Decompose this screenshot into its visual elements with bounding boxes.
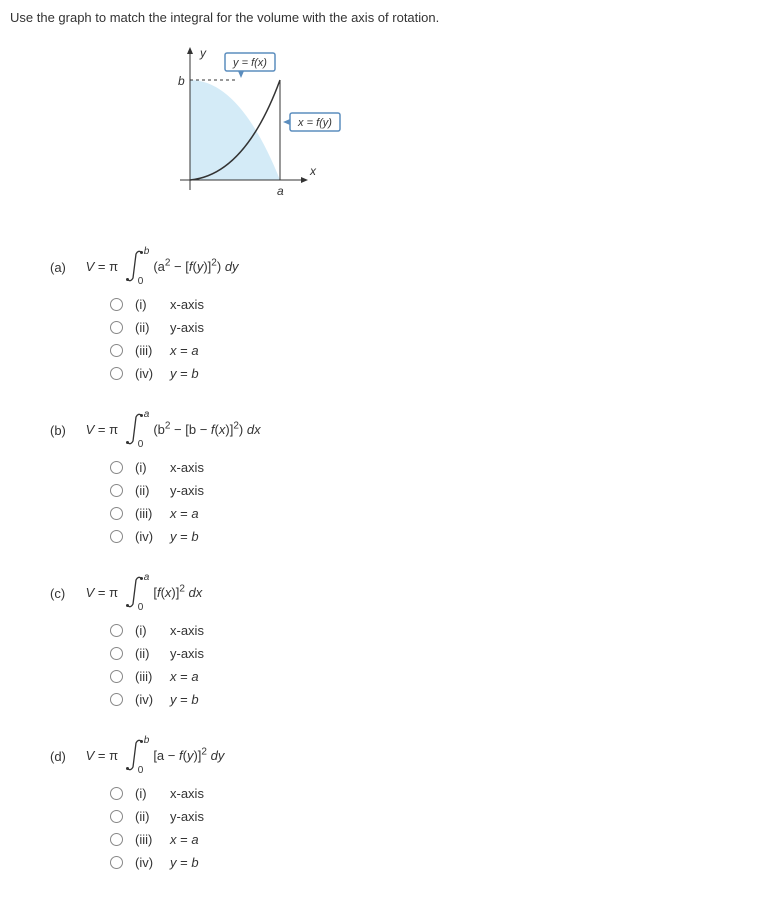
option-number: (ii) — [135, 483, 170, 498]
radio-input[interactable] — [110, 856, 123, 869]
svg-text:b: b — [178, 74, 185, 88]
radio-input[interactable] — [110, 670, 123, 683]
question-part: (b) V = π a 0 (b2 − [b − f(x)]2) dx (i) … — [50, 411, 770, 544]
option-label: y-axis — [170, 483, 204, 498]
option-row: (iv) y = b — [110, 366, 770, 381]
option-row: (iii) x = a — [110, 832, 770, 847]
radio-input[interactable] — [110, 298, 123, 311]
graph-figure: y = f(x) x = f(y) y x b a — [150, 45, 770, 223]
option-label: y = b — [170, 366, 199, 381]
option-row: (i) x-axis — [110, 460, 770, 475]
part-header: (d) V = π b 0 [a − f(y)]2 dy — [50, 737, 770, 776]
svg-text:x = f(y): x = f(y) — [297, 117, 332, 129]
option-row: (ii) y-axis — [110, 809, 770, 824]
options-group: (i) x-axis (ii) y-axis (iii) x = a (iv) … — [110, 460, 770, 544]
question-part: (a) V = π b 0 (a2 − [f(y)]2) dy (i) x-ax… — [50, 248, 770, 381]
svg-text:y = f(x): y = f(x) — [232, 57, 267, 69]
option-number: (iv) — [135, 692, 170, 707]
radio-input[interactable] — [110, 484, 123, 497]
option-row: (iii) x = a — [110, 669, 770, 684]
radio-input[interactable] — [110, 693, 123, 706]
option-row: (iii) x = a — [110, 343, 770, 358]
option-label: x-axis — [170, 623, 204, 638]
radio-input[interactable] — [110, 810, 123, 823]
radio-input[interactable] — [110, 344, 123, 357]
part-header: (a) V = π b 0 (a2 − [f(y)]2) dy — [50, 248, 770, 287]
svg-text:x: x — [309, 164, 317, 178]
option-number: (iv) — [135, 366, 170, 381]
formula: V = π a 0 [f(x)]2 dx — [86, 574, 203, 613]
option-row: (ii) y-axis — [110, 320, 770, 335]
option-label: y = b — [170, 529, 199, 544]
part-label: (d) — [50, 749, 82, 764]
option-row: (ii) y-axis — [110, 646, 770, 661]
option-number: (i) — [135, 460, 170, 475]
option-number: (iv) — [135, 529, 170, 544]
part-header: (c) V = π a 0 [f(x)]2 dx — [50, 574, 770, 613]
option-label: x = a — [170, 669, 199, 684]
part-label: (c) — [50, 586, 82, 601]
options-group: (i) x-axis (ii) y-axis (iii) x = a (iv) … — [110, 297, 770, 381]
options-group: (i) x-axis (ii) y-axis (iii) x = a (iv) … — [110, 786, 770, 870]
option-number: (iii) — [135, 343, 170, 358]
option-label: x-axis — [170, 786, 204, 801]
radio-input[interactable] — [110, 647, 123, 660]
radio-input[interactable] — [110, 624, 123, 637]
option-label: x = a — [170, 343, 199, 358]
formula: V = π b 0 (a2 − [f(y)]2) dy — [86, 248, 239, 287]
radio-input[interactable] — [110, 507, 123, 520]
option-row: (iv) y = b — [110, 692, 770, 707]
option-number: (iii) — [135, 832, 170, 847]
option-row: (iv) y = b — [110, 855, 770, 870]
radio-input[interactable] — [110, 530, 123, 543]
question-part: (d) V = π b 0 [a − f(y)]2 dy (i) x-axis … — [50, 737, 770, 870]
svg-text:y: y — [199, 46, 207, 60]
option-label: x-axis — [170, 297, 204, 312]
part-label: (a) — [50, 260, 82, 275]
option-row: (iv) y = b — [110, 529, 770, 544]
svg-text:a: a — [277, 184, 284, 198]
option-label: y = b — [170, 855, 199, 870]
option-label: y-axis — [170, 809, 204, 824]
option-number: (i) — [135, 297, 170, 312]
option-number: (iii) — [135, 506, 170, 521]
radio-input[interactable] — [110, 461, 123, 474]
option-label: x = a — [170, 506, 199, 521]
question-part: (c) V = π a 0 [f(x)]2 dx (i) x-axis (ii)… — [50, 574, 770, 707]
option-number: (ii) — [135, 320, 170, 335]
part-label: (b) — [50, 423, 82, 438]
option-row: (i) x-axis — [110, 623, 770, 638]
option-label: x = a — [170, 832, 199, 847]
option-row: (iii) x = a — [110, 506, 770, 521]
options-group: (i) x-axis (ii) y-axis (iii) x = a (iv) … — [110, 623, 770, 707]
option-number: (iii) — [135, 669, 170, 684]
option-number: (i) — [135, 623, 170, 638]
option-label: x-axis — [170, 460, 204, 475]
radio-input[interactable] — [110, 321, 123, 334]
option-row: (i) x-axis — [110, 786, 770, 801]
radio-input[interactable] — [110, 787, 123, 800]
radio-input[interactable] — [110, 367, 123, 380]
option-row: (ii) y-axis — [110, 483, 770, 498]
option-number: (ii) — [135, 809, 170, 824]
option-label: y = b — [170, 692, 199, 707]
option-number: (ii) — [135, 646, 170, 661]
radio-input[interactable] — [110, 833, 123, 846]
formula: V = π b 0 [a − f(y)]2 dy — [86, 737, 225, 776]
instruction-text: Use the graph to match the integral for … — [10, 10, 770, 25]
option-number: (i) — [135, 786, 170, 801]
part-header: (b) V = π a 0 (b2 − [b − f(x)]2) dx — [50, 411, 770, 450]
option-row: (i) x-axis — [110, 297, 770, 312]
formula: V = π a 0 (b2 − [b − f(x)]2) dx — [86, 411, 261, 450]
option-label: y-axis — [170, 320, 204, 335]
option-label: y-axis — [170, 646, 204, 661]
option-number: (iv) — [135, 855, 170, 870]
